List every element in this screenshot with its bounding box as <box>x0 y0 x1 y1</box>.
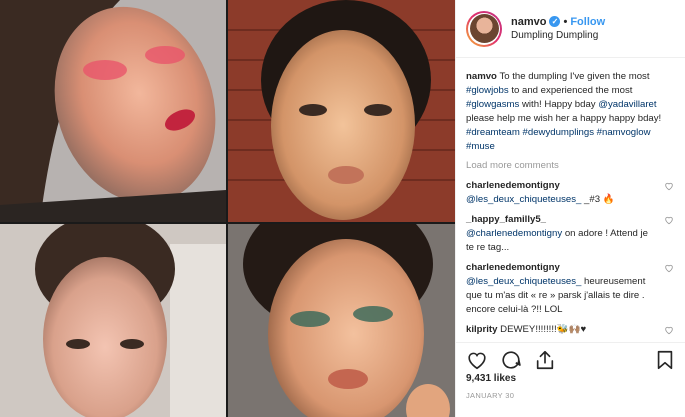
hashtag-glowjobs[interactable]: #glowjobs <box>466 85 509 96</box>
heart-icon[interactable] <box>664 215 674 225</box>
share-icon <box>536 350 554 369</box>
comment-item: charlenedemontigny @les_deux_chiqueteuse… <box>466 179 676 207</box>
verified-badge-icon: ✓ <box>549 16 561 28</box>
likes-count[interactable]: 9,431 likes <box>466 373 516 384</box>
comments-area[interactable]: namvo To the dumpling I've given the mos… <box>456 60 685 342</box>
hashtag-glowgasms[interactable]: #glowgasms <box>466 99 519 110</box>
hashtag-dreamteam[interactable]: #dreamteam <box>466 127 520 138</box>
photo-collage[interactable] <box>0 0 455 417</box>
post-header: namvo ✓ • Follow Dumpling Dumpling <box>456 0 685 58</box>
comment-username[interactable]: charlenedemontigny <box>466 262 560 273</box>
comment-item: charlenedemontigny @les_deux_chiqueteuse… <box>466 261 676 317</box>
hashtag-dewydumplings[interactable]: #dewydumplings <box>523 127 594 138</box>
heart-icon[interactable] <box>664 263 674 273</box>
hashtag-muse[interactable]: #muse <box>466 141 495 152</box>
comment-username[interactable]: _happy_familly5_ <box>466 214 546 225</box>
avatar-image <box>469 14 499 43</box>
heart-icon <box>468 352 486 369</box>
bookmark-icon <box>657 350 673 369</box>
mention-yadavillaret[interactable]: @yadavillaret <box>598 99 656 110</box>
caption-text: with! Happy bday <box>522 99 596 110</box>
heart-icon[interactable] <box>664 181 674 191</box>
comment-mention[interactable]: @les_deux_chiqueteuses_ <box>466 276 581 287</box>
header-user-line: namvo ✓ • Follow <box>511 15 605 29</box>
photo-top-left <box>0 0 226 222</box>
photo-top-right <box>228 0 455 222</box>
separator-dot: • <box>563 15 568 28</box>
save-button[interactable] <box>654 349 676 371</box>
location-link[interactable]: Dumpling Dumpling <box>511 29 605 42</box>
comment-username[interactable]: charlenedemontigny <box>466 180 560 191</box>
hashtag-namvoglow[interactable]: #namvoglow <box>597 127 651 138</box>
load-more-comments-button[interactable]: Load more comments <box>466 160 676 171</box>
caption-text: To the dumpling I've given the most <box>499 71 650 82</box>
comment-mention[interactable]: @charlenedemontigny <box>466 228 562 239</box>
post-date: JANUARY 30 <box>466 391 515 400</box>
comment-button[interactable] <box>500 349 522 371</box>
comment-item: _happy_familly5_ @charlenedemontigny on … <box>466 213 676 255</box>
header-username[interactable]: namvo <box>511 15 546 29</box>
comment-mention[interactable]: @les_deux_chiqueteuses_ <box>466 194 581 205</box>
comment-text: _#3 🔥 <box>584 194 615 205</box>
photo-bottom-left <box>0 224 226 417</box>
header-text: namvo ✓ • Follow Dumpling Dumpling <box>511 15 605 42</box>
share-button[interactable] <box>534 349 556 371</box>
photo-bottom-right <box>228 224 455 417</box>
comment-username[interactable]: kilprity <box>466 324 497 335</box>
caption-text: please help me wish her a happy happy bd… <box>466 113 662 124</box>
like-button[interactable] <box>466 349 488 371</box>
caption-username[interactable]: namvo <box>466 71 497 82</box>
follow-button[interactable]: Follow <box>570 15 605 29</box>
heart-icon[interactable] <box>664 325 674 335</box>
avatar[interactable] <box>466 10 502 47</box>
comment-text: DEWEY!!!!!!!!🐝🙌🏽♥ <box>500 324 587 335</box>
comment-icon <box>502 350 521 369</box>
instagram-post: namvo ✓ • Follow Dumpling Dumpling namvo… <box>0 0 685 417</box>
caption-text: to and experienced the most <box>511 85 633 96</box>
action-bar <box>456 342 685 376</box>
post-sidebar: namvo ✓ • Follow Dumpling Dumpling namvo… <box>455 0 685 417</box>
comment-item: kilprity DEWEY!!!!!!!!🐝🙌🏽♥ <box>466 323 676 337</box>
avatar-frame <box>468 12 500 45</box>
post-caption: namvo To the dumpling I've given the mos… <box>466 70 676 154</box>
